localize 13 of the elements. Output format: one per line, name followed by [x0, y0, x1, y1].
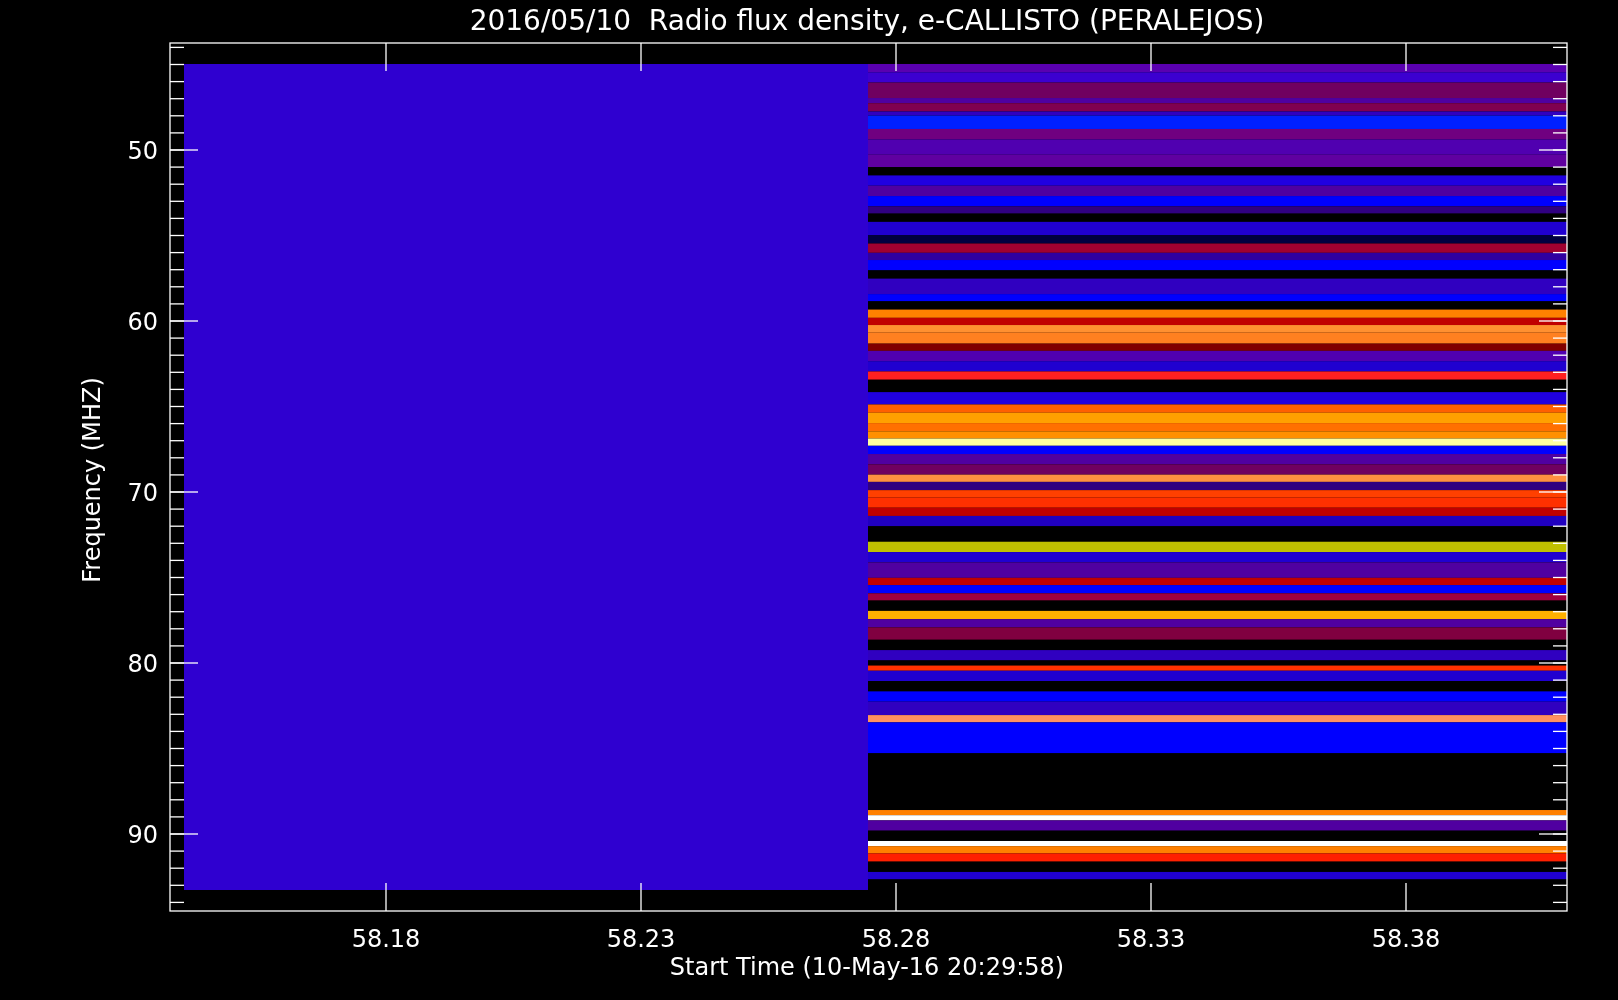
y-tick-label: 90	[127, 821, 158, 849]
x-tick-label: 58.18	[351, 925, 421, 953]
y-tick-label: 60	[127, 308, 158, 336]
chart-title: 2016/05/10 Radio flux density, e-CALLISTO (PERALEJOS)	[469, 4, 1265, 37]
y-tick-label: 50	[127, 137, 158, 165]
y-tick-label: 80	[127, 650, 158, 678]
x-tick-label: 58.33	[1116, 925, 1186, 953]
x-tick-label: 58.38	[1371, 925, 1441, 953]
x-tick-label: 58.23	[606, 925, 676, 953]
y-axis-label: Frequency (MHZ)	[78, 377, 106, 583]
x-axis-label: Start Time (10-May-16 20:29:58)	[669, 953, 1065, 981]
y-tick-label: 70	[127, 479, 158, 507]
x-tick-label: 58.28	[861, 925, 931, 953]
